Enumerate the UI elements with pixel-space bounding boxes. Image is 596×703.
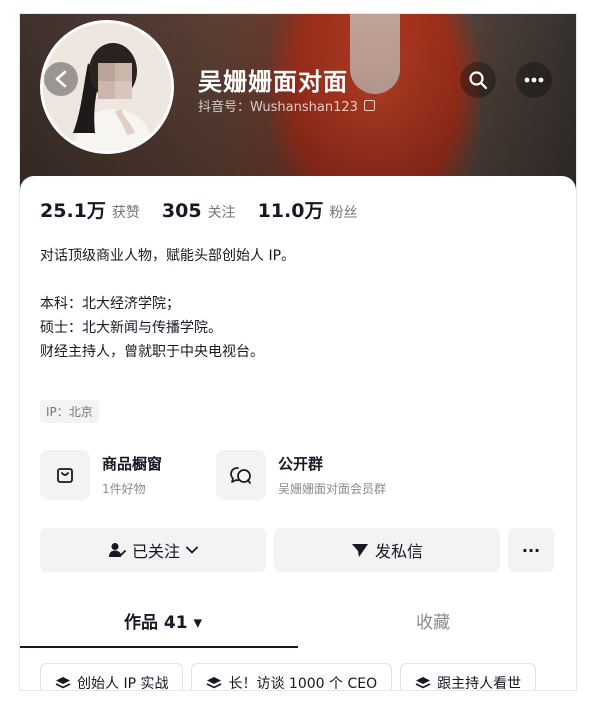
copy-icon[interactable] (363, 100, 375, 111)
bio-line (40, 268, 295, 292)
chat-icon (216, 450, 266, 500)
tab-favorites[interactable]: 收藏 (416, 608, 450, 633)
shop-window-title: 商品橱窗 (102, 455, 163, 473)
search-icon (469, 71, 488, 90)
collection-chip[interactable]: 跟主持人看世 (400, 663, 537, 690)
send-icon (351, 544, 368, 557)
stats-row: 25.1万 获赞 305 关注 11.0万 粉丝 (40, 196, 357, 223)
chevron-down-icon (186, 546, 198, 554)
douyin-id-row: 抖音号：Wushanshan123 (198, 96, 375, 115)
douyin-id: 抖音号：Wushanshan123 (198, 100, 358, 115)
stat-followers[interactable]: 11.0万 粉丝 (258, 196, 358, 223)
bio: 对话顶级商业人物，赋能头部创始人 IP。 本科：北大经济学院； 硕士：北大新闻与… (40, 244, 295, 364)
bio-line: 财经主持人，曾就职于中央电视台。 (40, 344, 264, 360)
public-group-sub: 吴姗姗面对面会员群 (278, 482, 387, 496)
bio-line: 本科：北大经济学院； (40, 296, 180, 312)
collection-chip[interactable]: 长！访谈 1000 个 CEO (191, 663, 393, 690)
public-group-title: 公开群 (278, 455, 324, 473)
public-group-entry[interactable]: 公开群 吴姗姗面对面会员群 (216, 450, 386, 500)
profile-card: 25.1万 获赞 305 关注 11.0万 粉丝 对话顶级商业人物，赋能头部创始人 I… (20, 176, 576, 690)
ip-location-tag: IP：北京 (40, 400, 99, 423)
bio-line: 硕士：北大新闻与传播学院。 (40, 320, 222, 336)
stack-icon (415, 677, 431, 689)
collection-chips: 创始人 IP 实战 长！访谈 1000 个 CEO 跟主持人看世 (40, 663, 537, 690)
followed-button[interactable]: 已关注 (40, 528, 266, 572)
more-button[interactable] (516, 62, 552, 98)
stat-following[interactable]: 305 关注 (162, 200, 236, 222)
more-icon (524, 77, 544, 83)
collection-chip[interactable]: 创始人 IP 实战 (40, 663, 184, 690)
followed-label: 已关注 (131, 542, 180, 561)
send-message-button[interactable]: 发私信 (274, 528, 500, 572)
back-button[interactable] (44, 62, 78, 96)
profile-name: 吴姗姗面对面 (198, 68, 348, 96)
stack-icon (55, 677, 71, 689)
search-button[interactable] (460, 62, 496, 98)
send-message-label: 发私信 (374, 542, 423, 561)
shop-window-sub: 1件好物 (102, 482, 146, 496)
stack-icon (207, 677, 222, 689)
profile-page: 吴姗姗面对面 抖音号：Wushanshan123 25.1万 获赞 305 关注 1… (20, 14, 576, 690)
active-tab-indicator (20, 646, 298, 648)
tab-works[interactable]: 作品 41 ▾ (124, 608, 202, 633)
shop-window-entry[interactable]: 商品橱窗 1件好物 (40, 450, 162, 500)
follow-person-icon (108, 543, 126, 557)
content-tabs: 作品 41 ▾ 收藏 (20, 594, 576, 650)
more-actions-button[interactable]: ··· (508, 528, 554, 572)
back-arrow-icon (55, 70, 67, 88)
bio-line: 对话顶级商业人物，赋能头部创始人 IP。 (40, 248, 296, 264)
shop-bag-icon (40, 450, 90, 500)
stat-likes[interactable]: 25.1万 获赞 (40, 196, 140, 223)
